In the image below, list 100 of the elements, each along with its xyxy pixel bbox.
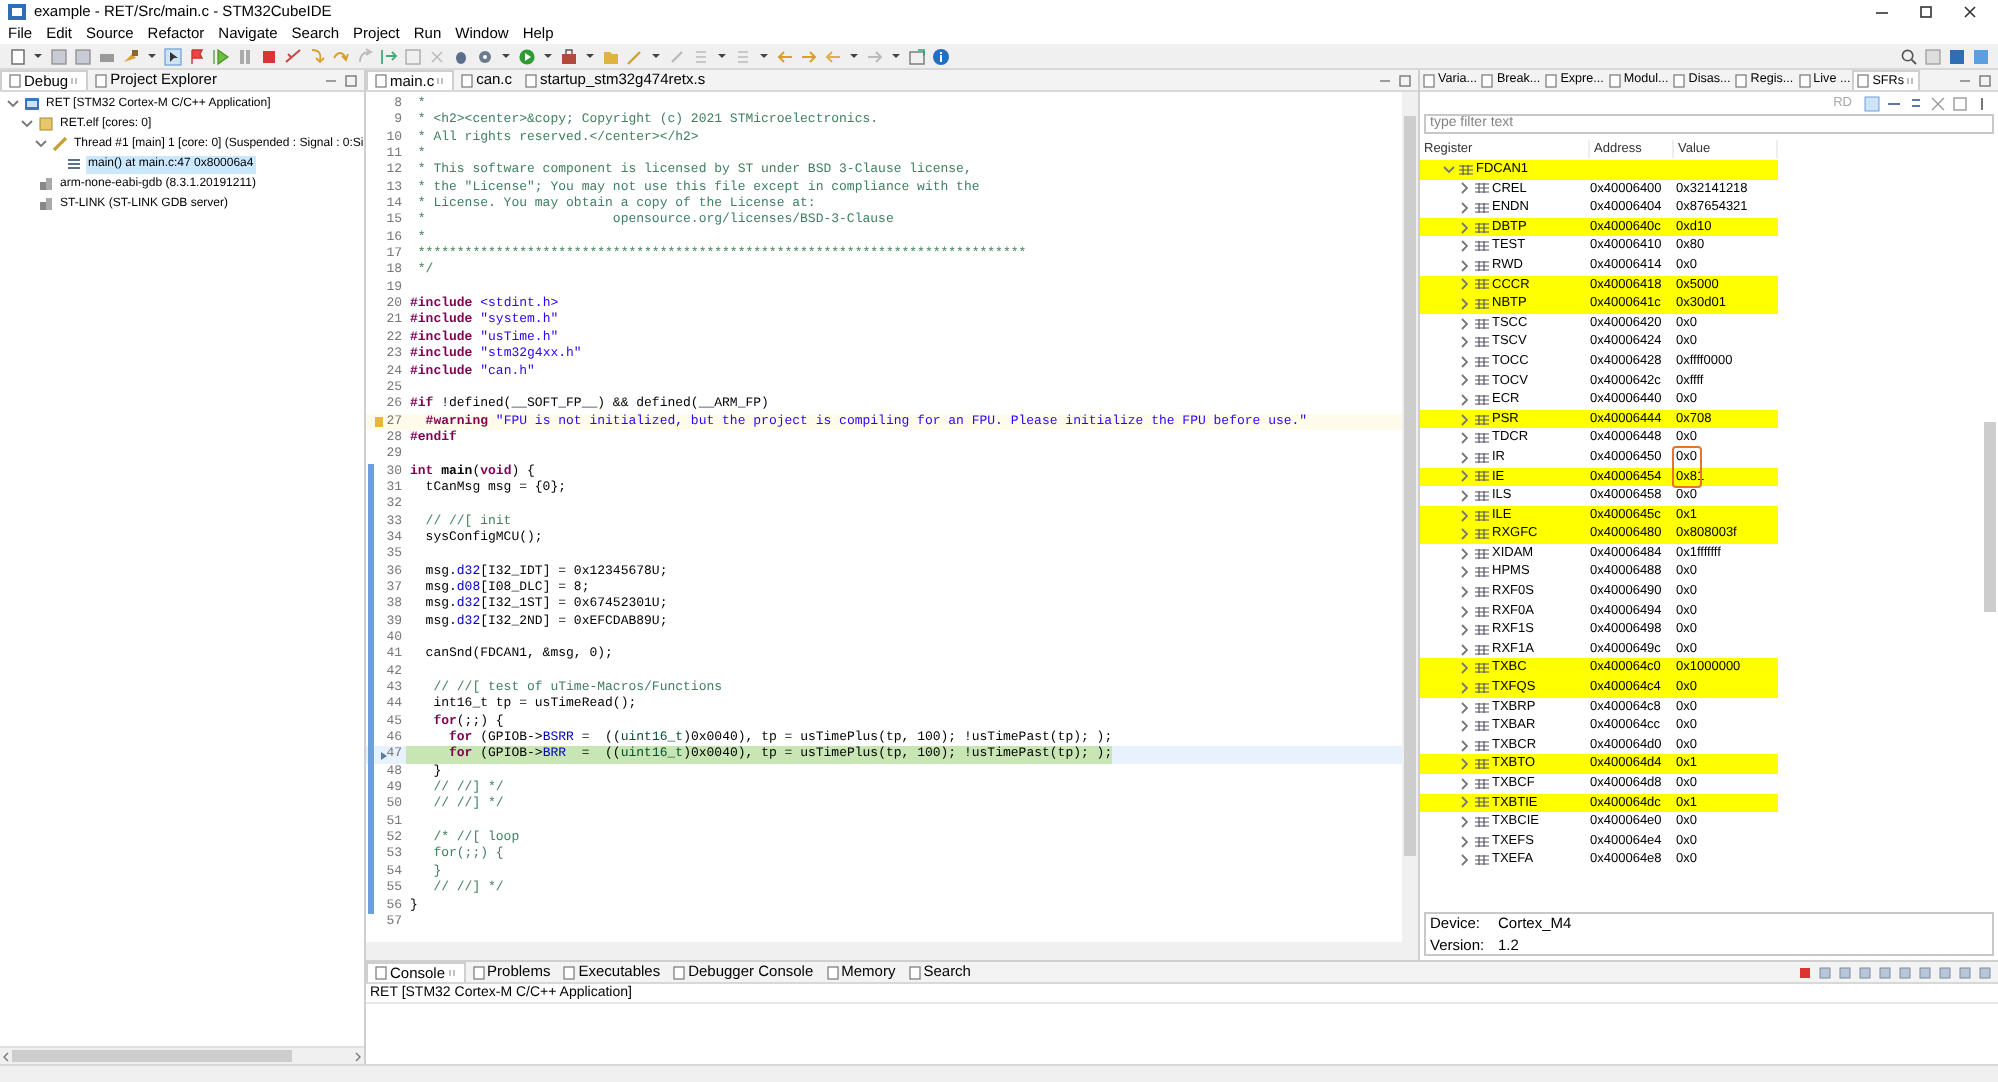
pointer-icon[interactable] (164, 47, 182, 65)
process-icon (38, 116, 54, 132)
expand-chevron-icon[interactable] (1458, 756, 1472, 773)
register-icon (1474, 240, 1490, 253)
close-icon[interactable] (1962, 3, 1978, 19)
collapse-chevron-icon[interactable] (20, 116, 34, 132)
expand-chevron-icon[interactable] (1458, 718, 1472, 735)
save-all-icon[interactable] (74, 47, 92, 65)
register-icon (1474, 566, 1490, 579)
flag-icon[interactable] (188, 47, 206, 65)
register-icon (1474, 835, 1490, 848)
register-icon (1474, 182, 1490, 195)
expand-chevron-icon[interactable] (1458, 353, 1472, 370)
scroll-left-icon[interactable] (0, 1049, 12, 1063)
current-line-arrow-icon (380, 749, 388, 762)
scrollbar-thumb[interactable] (12, 1050, 292, 1062)
expand-chevron-icon[interactable] (1458, 372, 1472, 389)
expand-chevron-icon[interactable] (1458, 852, 1472, 869)
expand-chevron-icon[interactable] (1458, 334, 1472, 351)
expand-chevron-icon[interactable] (1458, 583, 1472, 600)
expand-chevron-icon[interactable] (1458, 833, 1472, 850)
register-icon (1474, 701, 1490, 713)
terminate-icon[interactable] (1798, 965, 1812, 979)
expand-chevron-icon[interactable] (1458, 315, 1472, 332)
expand-chevron-icon[interactable] (1458, 699, 1472, 715)
register-icon (1474, 720, 1490, 733)
expand-chevron-icon[interactable] (1458, 468, 1472, 485)
register-icon (1474, 336, 1490, 349)
save-icon[interactable] (50, 47, 68, 65)
register-icon (1474, 278, 1490, 291)
register-icon (1474, 777, 1490, 790)
register-icon (1474, 374, 1490, 387)
register-icon (1474, 643, 1490, 656)
register-icon (1474, 202, 1490, 215)
expand-chevron-icon[interactable] (1458, 276, 1472, 293)
maximize-icon[interactable] (1918, 3, 1934, 19)
collapse-chevron-icon[interactable] (34, 136, 48, 152)
expand-chevron-icon[interactable] (1458, 219, 1472, 236)
run-icon[interactable] (518, 47, 536, 65)
launch-icon (24, 96, 40, 112)
register-icon (1474, 451, 1490, 464)
thread-icon (52, 136, 68, 152)
expand-chevron-icon[interactable] (1458, 737, 1472, 754)
expand-chevron-icon[interactable] (1458, 296, 1472, 313)
register-icon (1474, 489, 1490, 502)
register-icon (1474, 221, 1490, 234)
register-icon (1474, 605, 1490, 618)
lines-icon[interactable] (1908, 95, 1924, 111)
expand-chevron-icon[interactable] (1458, 200, 1472, 217)
expand-chevron-icon[interactable] (1458, 238, 1472, 255)
register-icon (1474, 259, 1490, 272)
register-icon (1474, 681, 1490, 694)
register-icon (1474, 739, 1490, 752)
open-window-icon[interactable] (908, 47, 926, 65)
collapse-chevron-icon[interactable] (6, 96, 20, 112)
new-file-icon[interactable] (8, 47, 26, 65)
expand-chevron-icon[interactable] (1458, 257, 1472, 274)
resume-icon[interactable] (212, 47, 230, 65)
scrollbar-thumb[interactable] (1404, 116, 1416, 856)
search-icon[interactable] (1900, 47, 1918, 65)
scroll-right-icon[interactable] (352, 1049, 364, 1063)
register-icon (1474, 624, 1490, 637)
horizontal-scrollbar[interactable] (366, 942, 1418, 960)
register-icon (1474, 816, 1490, 829)
expand-chevron-icon[interactable] (1458, 526, 1472, 543)
expand-chevron-icon[interactable] (1458, 641, 1472, 658)
expand-chevron-icon[interactable] (1458, 775, 1472, 792)
register-icon (1474, 528, 1490, 541)
expand-chevron-icon[interactable] (1458, 487, 1472, 504)
expand-chevron-icon[interactable] (1458, 660, 1472, 677)
stop-icon[interactable] (260, 47, 278, 65)
expand-chevron-icon[interactable] (1458, 545, 1472, 562)
expand-chevron-icon[interactable] (1458, 430, 1472, 447)
info-icon[interactable] (932, 47, 950, 65)
scrollbar-thumb[interactable] (1984, 422, 1996, 612)
stack-frame-icon (66, 156, 82, 172)
expand-chevron-icon[interactable] (1458, 603, 1472, 620)
expand-chevron-icon[interactable] (1458, 622, 1472, 639)
register-icon (1474, 509, 1490, 522)
register-icon (1474, 547, 1490, 560)
instruction-step-icon[interactable] (380, 47, 398, 65)
register-icon (1474, 317, 1490, 330)
warning-marker-icon (374, 415, 384, 428)
expand-chevron-icon[interactable] (1458, 180, 1472, 197)
expand-chevron-icon[interactable] (1458, 794, 1472, 811)
register-icon (1474, 585, 1490, 598)
expand-chevron-icon[interactable] (1458, 507, 1472, 524)
register-icon (1474, 413, 1490, 426)
expand-chevron-icon[interactable] (1458, 564, 1472, 581)
register-icon (1474, 796, 1490, 809)
toolbox-icon[interactable] (560, 47, 578, 65)
register-icon (1474, 758, 1490, 771)
expand-chevron-icon[interactable] (1458, 449, 1472, 466)
collapse-chevron-icon[interactable] (1442, 161, 1456, 178)
expand-chevron-icon[interactable] (1458, 411, 1472, 428)
register-icon (1458, 163, 1474, 176)
expand-chevron-icon[interactable] (1458, 814, 1472, 831)
register-icon (1474, 355, 1490, 368)
expand-chevron-icon[interactable] (1458, 679, 1472, 696)
expand-chevron-icon[interactable] (1458, 392, 1472, 408)
